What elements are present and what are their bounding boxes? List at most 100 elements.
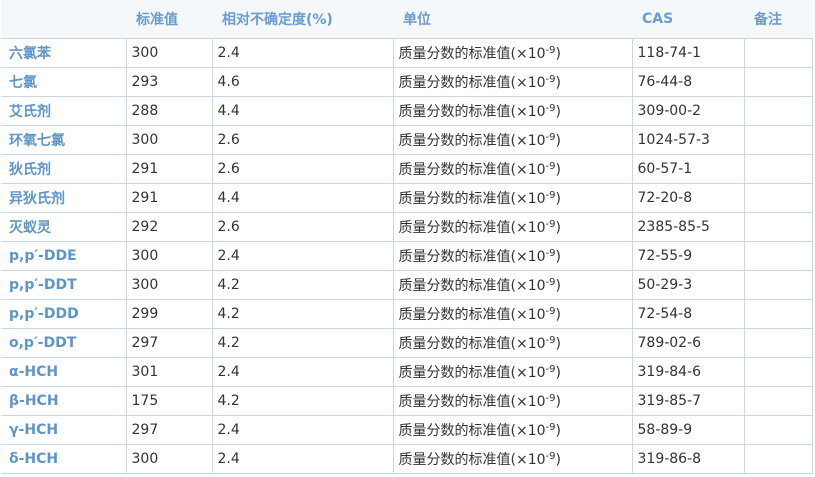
note: [743, 154, 813, 184]
cas-number: 58-89-9: [631, 415, 745, 445]
unit-suffix: ): [555, 278, 561, 294]
standard-value: 301: [125, 357, 213, 387]
cas-number: 76-44-8: [631, 67, 745, 97]
unit-cell: 质量分数的标准值(×10-9): [392, 38, 633, 68]
relative-uncertainty: 2.4: [211, 241, 394, 271]
relative-uncertainty: 4.6: [211, 67, 394, 97]
table-row: p,p′-DDD 299 4.2 质量分数的标准值(×10-9) 72-54-8: [1, 299, 813, 329]
unit-cell: 质量分数的标准值(×10-9): [392, 444, 633, 474]
table-row: β-HCH 175 4.2 质量分数的标准值(×10-9) 319-85-7: [1, 386, 813, 416]
standard-value: 300: [125, 38, 213, 68]
unit-cell: 质量分数的标准值(×10-9): [392, 386, 633, 416]
substance-name: 异狄氏剂: [1, 183, 127, 213]
cas-number: 50-29-3: [631, 270, 745, 300]
unit-exponent: -9: [545, 248, 556, 259]
unit-exponent: -9: [545, 190, 556, 201]
cas-number: 1024-57-3: [631, 125, 745, 155]
table-row: p,p′-DDT 300 4.2 质量分数的标准值(×10-9) 50-29-3: [1, 270, 813, 300]
relative-uncertainty: 2.6: [211, 154, 394, 184]
header-name: [1, 0, 126, 39]
unit-suffix: ): [555, 394, 561, 410]
unit-prefix: 质量分数的标准值(×10: [398, 307, 546, 323]
unit-suffix: ): [555, 133, 561, 149]
cas-number: 72-55-9: [631, 241, 745, 271]
note: [743, 415, 813, 445]
unit-prefix: 质量分数的标准值(×10: [398, 249, 546, 265]
table-row: 环氧七氯 300 2.6 质量分数的标准值(×10-9) 1024-57-3: [1, 125, 813, 155]
standard-value: 288: [125, 96, 213, 126]
note: [743, 357, 813, 387]
substance-name: 灭蚁灵: [1, 212, 127, 242]
substance-name: p,p′-DDD: [1, 299, 127, 329]
unit-prefix: 质量分数的标准值(×10: [398, 220, 546, 236]
cas-number: 72-54-8: [631, 299, 745, 329]
header-uncertainty: 相对不确定度(%): [212, 0, 393, 39]
table-row: 艾氏剂 288 4.4 质量分数的标准值(×10-9) 309-00-2: [1, 96, 813, 126]
standard-value: 299: [125, 299, 213, 329]
reference-values-table: 标准值 相对不确定度(%) 单位 CAS 备注 六氯苯 300 2.4 质量分数的标准…: [1, 0, 813, 474]
unit-exponent: -9: [545, 451, 556, 462]
cas-number: 319-84-6: [631, 357, 745, 387]
unit-exponent: -9: [545, 393, 556, 404]
relative-uncertainty: 4.2: [211, 299, 394, 329]
unit-prefix: 质量分数的标准值(×10: [398, 394, 546, 410]
unit-cell: 质量分数的标准值(×10-9): [392, 125, 633, 155]
note: [743, 125, 813, 155]
note: [743, 444, 813, 474]
table-row: p,p′-DDE 300 2.4 质量分数的标准值(×10-9) 72-55-9: [1, 241, 813, 271]
standard-value: 300: [125, 241, 213, 271]
note: [743, 38, 813, 68]
unit-cell: 质量分数的标准值(×10-9): [392, 299, 633, 329]
unit-prefix: 质量分数的标准值(×10: [398, 336, 546, 352]
note: [743, 241, 813, 271]
note: [743, 386, 813, 416]
unit-prefix: 质量分数的标准值(×10: [398, 104, 546, 120]
standard-value: 291: [125, 154, 213, 184]
table-row: 狄氏剂 291 2.6 质量分数的标准值(×10-9) 60-57-1: [1, 154, 813, 184]
unit-prefix: 质量分数的标准值(×10: [398, 133, 546, 149]
unit-suffix: ): [555, 249, 561, 265]
relative-uncertainty: 4.4: [211, 183, 394, 213]
unit-exponent: -9: [545, 277, 556, 288]
relative-uncertainty: 2.6: [211, 125, 394, 155]
table-row: 七氯 293 4.6 质量分数的标准值(×10-9) 76-44-8: [1, 67, 813, 97]
relative-uncertainty: 2.4: [211, 444, 394, 474]
unit-cell: 质量分数的标准值(×10-9): [392, 154, 633, 184]
unit-prefix: 质量分数的标准值(×10: [398, 278, 546, 294]
substance-name: 七氯: [1, 67, 127, 97]
unit-suffix: ): [555, 365, 561, 381]
unit-exponent: -9: [545, 364, 556, 375]
table-body: 六氯苯 300 2.4 质量分数的标准值(×10-9) 118-74-1 七氯 293 4.6…: [1, 38, 813, 474]
unit-suffix: ): [555, 75, 561, 91]
note: [743, 270, 813, 300]
cas-number: 319-86-8: [631, 444, 745, 474]
note: [743, 67, 813, 97]
table-row: 灭蚁灵 292 2.6 质量分数的标准值(×10-9) 2385-85-5: [1, 212, 813, 242]
unit-cell: 质量分数的标准值(×10-9): [392, 415, 633, 445]
unit-cell: 质量分数的标准值(×10-9): [392, 328, 633, 358]
unit-suffix: ): [555, 336, 561, 352]
standard-value: 291: [125, 183, 213, 213]
substance-name: δ-HCH: [1, 444, 127, 474]
substance-name: 狄氏剂: [1, 154, 127, 184]
header-note: 备注: [744, 0, 812, 39]
unit-exponent: -9: [545, 161, 556, 172]
substance-name: 艾氏剂: [1, 96, 127, 126]
relative-uncertainty: 2.4: [211, 38, 394, 68]
note: [743, 96, 813, 126]
unit-exponent: -9: [545, 103, 556, 114]
table-row: 六氯苯 300 2.4 质量分数的标准值(×10-9) 118-74-1: [1, 38, 813, 68]
cas-number: 319-85-7: [631, 386, 745, 416]
unit-cell: 质量分数的标准值(×10-9): [392, 96, 633, 126]
unit-cell: 质量分数的标准值(×10-9): [392, 67, 633, 97]
note: [743, 183, 813, 213]
unit-exponent: -9: [545, 422, 556, 433]
header-cas: CAS: [632, 0, 744, 39]
relative-uncertainty: 4.2: [211, 386, 394, 416]
relative-uncertainty: 2.4: [211, 357, 394, 387]
standard-value: 292: [125, 212, 213, 242]
unit-suffix: ): [555, 191, 561, 207]
unit-suffix: ): [555, 423, 561, 439]
note: [743, 299, 813, 329]
cas-number: 60-57-1: [631, 154, 745, 184]
